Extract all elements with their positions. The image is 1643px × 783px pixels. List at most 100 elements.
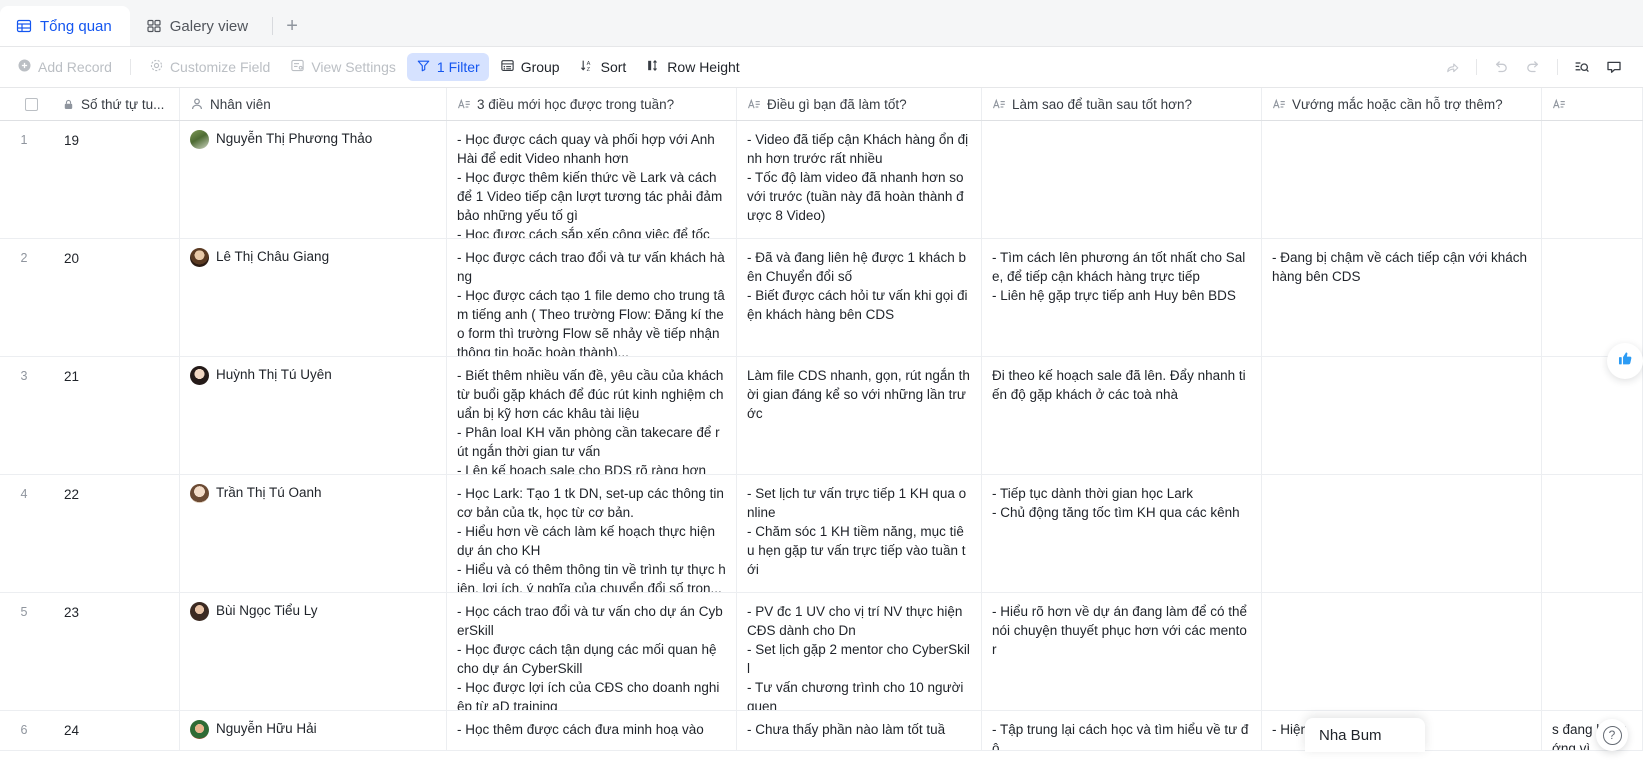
cell-q4[interactable] <box>1262 357 1542 474</box>
cell-q3[interactable]: - Tập trung lại cách học và tìm hiểu về … <box>982 711 1262 750</box>
row-index-cell[interactable]: 4 <box>0 475 62 592</box>
filter-button[interactable]: 1 Filter <box>406 53 489 81</box>
sort-button[interactable]: AZ Sort <box>571 53 636 81</box>
row-height-icon <box>646 58 661 76</box>
tab-label: Tổng quan <box>40 17 112 35</box>
avatar <box>190 484 209 503</box>
sort-icon: AZ <box>580 58 595 76</box>
customize-field-button[interactable]: Customize Field <box>140 53 279 81</box>
record-grid[interactable]: Số thứ tự tu... Nhân viên 3 điều mới học… <box>0 88 1643 783</box>
feedback-thumbs-up-button[interactable] <box>1607 343 1643 379</box>
column-header-label: Làm sao để tuần sau tốt hơn? <box>1012 96 1192 112</box>
column-header-stt[interactable]: Số thứ tự tu... <box>62 88 180 120</box>
cell-stt[interactable]: 20 <box>62 239 180 356</box>
cell-q3[interactable]: Đi theo kế hoạch sale đã lên. Đẩy nhanh … <box>982 357 1262 474</box>
cell-q4[interactable] <box>1262 121 1542 238</box>
cell-q3[interactable]: - Tiếp tục dành thời gian học Lark - Chủ… <box>982 475 1262 592</box>
table-row[interactable]: 2 20 Lê Thị Châu Giang - Học được cách t… <box>0 239 1643 357</box>
row-height-button[interactable]: Row Height <box>637 53 748 81</box>
cell-q5[interactable]: s đang bị vướng vì <box>1542 711 1643 750</box>
cell-stt[interactable]: 19 <box>62 121 180 238</box>
view-tab-bar: Tổng quan Galery view + <box>0 0 1643 47</box>
avatar <box>190 248 209 267</box>
group-label: Group <box>520 59 560 75</box>
employee-name: Huỳnh Thị Tú Uyên <box>216 367 332 382</box>
table-row[interactable]: 3 21 Huỳnh Thị Tú Uyên - Biết thêm nhiều… <box>0 357 1643 475</box>
cell-q3[interactable]: - Tìm cách lên phương án tốt nhất cho Sa… <box>982 239 1262 356</box>
cell-employee[interactable]: Trần Thị Tú Oanh <box>180 475 447 592</box>
cell-stt[interactable]: 23 <box>62 593 180 710</box>
cell-q1[interactable]: - Học cách trao đổi và tư vấn cho dự án … <box>447 593 737 710</box>
cell-stt[interactable]: 24 <box>62 711 180 750</box>
cell-q1[interactable]: - Học Lark: Tạo 1 tk DN, set-up các thôn… <box>447 475 737 592</box>
cell-employee[interactable]: Nguyễn Thị Phương Thảo <box>180 121 447 238</box>
cell-q1[interactable]: - Học thêm được cách đưa minh hoạ vào <box>447 711 737 750</box>
cell-q1[interactable]: - Biết thêm nhiều vấn đề, yêu cầu của kh… <box>447 357 737 474</box>
row-index-cell[interactable]: 6 <box>0 711 62 750</box>
group-icon <box>500 58 515 76</box>
comment-icon[interactable] <box>1599 53 1629 81</box>
view-settings-button[interactable]: View Settings <box>281 53 405 81</box>
cell-q5[interactable] <box>1542 593 1643 710</box>
undo-icon[interactable] <box>1486 53 1516 81</box>
table-row[interactable]: 5 23 Bùi Ngọc Tiểu Ly - Học cách trao đổ… <box>0 593 1643 711</box>
column-header-label: Nhân viên <box>210 96 271 112</box>
cell-q1[interactable]: - Học được cách quay và phối hợp với Anh… <box>447 121 737 238</box>
cell-q3[interactable] <box>982 121 1262 238</box>
tab-divider <box>272 17 274 35</box>
cell-employee[interactable]: Bùi Ngọc Tiểu Ly <box>180 593 447 710</box>
cell-q1[interactable]: - Học được cách trao đổi và tư vấn khách… <box>447 239 737 356</box>
tab-galery-view[interactable]: Galery view <box>130 6 266 46</box>
column-header-q2[interactable]: Điều gì bạn đã làm tốt? <box>737 88 982 120</box>
cell-q3[interactable]: - Hiểu rõ hơn về dự án đang làm để có th… <box>982 593 1262 710</box>
search-record-icon[interactable] <box>1567 53 1597 81</box>
column-header-q1[interactable]: 3 điều mới học được trong tuần? <box>447 88 737 120</box>
cell-q4[interactable] <box>1262 475 1542 592</box>
column-header-employee[interactable]: Nhân viên <box>180 88 447 120</box>
cell-employee[interactable]: Lê Thị Châu Giang <box>180 239 447 356</box>
cell-q2[interactable]: - Đã và đang liên hệ được 1 khách bên Ch… <box>737 239 982 356</box>
question-circle-icon: ? <box>1602 725 1622 745</box>
employee-name: Bùi Ngọc Tiểu Ly <box>216 603 318 618</box>
cell-q2[interactable]: - Video đã tiếp cận Khách hàng ổn định h… <box>737 121 982 238</box>
employee-name: Trần Thị Tú Oanh <box>216 485 322 500</box>
cell-stt[interactable]: 21 <box>62 357 180 474</box>
table-row[interactable]: 1 19 Nguyễn Thị Phương Thảo - Học được c… <box>0 121 1643 239</box>
cell-q5[interactable] <box>1542 121 1643 238</box>
row-number: 4 <box>20 487 28 501</box>
employee-name: Lê Thị Châu Giang <box>216 249 330 264</box>
cell-stt[interactable]: 22 <box>62 475 180 592</box>
row-index-cell[interactable]: 1 <box>0 121 62 238</box>
help-button[interactable]: ? <box>1596 719 1628 751</box>
text-field-icon <box>992 97 1006 111</box>
share-icon[interactable] <box>1437 53 1467 81</box>
redo-icon[interactable] <box>1518 53 1548 81</box>
table-row[interactable]: 4 22 Trần Thị Tú Oanh - Học Lark: Tạo 1 … <box>0 475 1643 593</box>
thumbs-up-icon <box>1617 350 1634 372</box>
row-index-cell[interactable]: 5 <box>0 593 62 710</box>
cell-q4[interactable] <box>1262 593 1542 710</box>
cell-employee[interactable]: Nguyễn Hữu Hải <box>180 711 447 750</box>
column-header-label: Điều gì bạn đã làm tốt? <box>767 96 907 112</box>
add-record-button[interactable]: Add Record <box>8 53 121 81</box>
row-index-cell[interactable]: 2 <box>0 239 62 356</box>
select-all-checkbox[interactable] <box>0 88 62 120</box>
group-button[interactable]: Group <box>491 53 569 81</box>
column-header-q5[interactable] <box>1542 88 1643 120</box>
cell-q4[interactable]: - Đang bị chậm về cách tiếp cận với khác… <box>1262 239 1542 356</box>
cell-employee[interactable]: Huỳnh Thị Tú Uyên <box>180 357 447 474</box>
tab-tong-quan[interactable]: Tổng quan <box>0 6 130 46</box>
cell-q2[interactable]: - Chưa thấy phần nào làm tốt tuầ <box>737 711 982 750</box>
grid-body: 1 19 Nguyễn Thị Phương Thảo - Học được c… <box>0 121 1643 751</box>
cell-q5[interactable] <box>1542 475 1643 592</box>
cell-q2[interactable]: - PV đc 1 UV cho vị trí NV thực hiện CĐS… <box>737 593 982 710</box>
add-view-button[interactable]: + <box>275 6 309 46</box>
column-header-q3[interactable]: Làm sao để tuần sau tốt hơn? <box>982 88 1262 120</box>
notification-toast[interactable]: Nha Bum <box>1305 718 1425 752</box>
row-index-cell[interactable]: 3 <box>0 357 62 474</box>
cell-q2[interactable]: - Set lịch tư vấn trực tiếp 1 KH qua onl… <box>737 475 982 592</box>
checkbox-box <box>24 97 38 111</box>
column-header-q4[interactable]: Vướng mắc hoặc cần hỗ trợ thêm? <box>1262 88 1542 120</box>
cell-q2[interactable]: Làm file CDS nhanh, gọn, rút ngắn thời g… <box>737 357 982 474</box>
cell-q5[interactable] <box>1542 239 1643 356</box>
